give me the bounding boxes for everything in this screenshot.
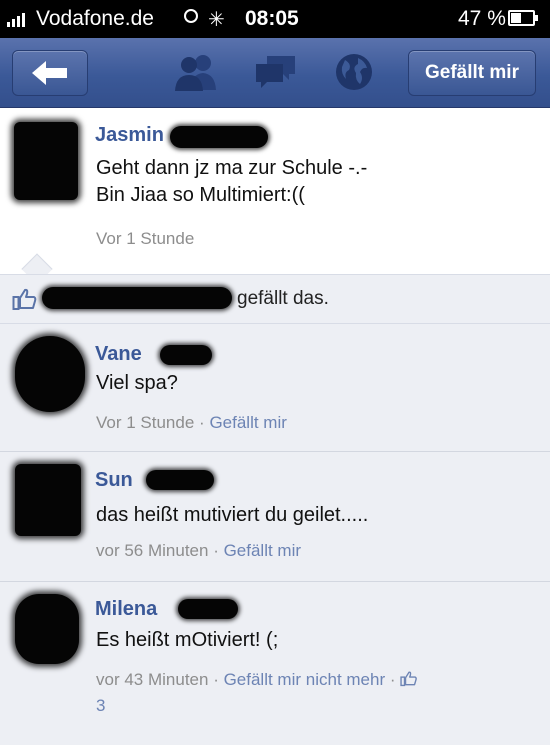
clock: 08:05 [245, 7, 299, 30]
wifi-icon [184, 9, 198, 23]
battery-percentage: 47 % [458, 7, 506, 30]
back-button[interactable] [12, 50, 88, 96]
thumbs-up-icon [400, 671, 418, 687]
comment: Milena Es heißt mOtiviert! (; vor 43 Min… [0, 582, 550, 745]
signal-icon [7, 11, 25, 27]
likes-text: gefällt das. [237, 288, 329, 309]
comment-meta: vor 56 Minuten · Gefällt mir [96, 541, 301, 561]
comment-timestamp: vor 43 Minuten [96, 670, 209, 689]
post-text: Geht dann jz ma zur Schule -.- Bin Jiaa … [96, 155, 367, 209]
like-button[interactable]: Gefällt mir [408, 50, 536, 96]
battery-icon [508, 10, 538, 26]
post: Jasmin Geht dann jz ma zur Schule -.- Bi… [0, 108, 550, 274]
nav-bar: Gefällt mir [0, 38, 550, 108]
separator: · [389, 670, 401, 689]
comment-like-link[interactable]: Gefällt mir [224, 541, 301, 560]
carrier-name: Vodafone.de [36, 7, 154, 30]
comment: Vane Viel spa? Vor 1 Stunde · Gefällt mi… [0, 324, 550, 452]
avatar[interactable] [15, 464, 81, 536]
post-text-line: Bin Jiaa so Multimiert:(( [96, 184, 305, 206]
comment-text: Viel spa? [96, 372, 178, 394]
status-bar: Vodafone.de ✳ 08:05 47 % [0, 0, 550, 38]
comment-author[interactable]: Vane [95, 343, 142, 366]
avatar[interactable] [15, 336, 85, 412]
separator: · [213, 670, 224, 689]
redacted-surname [178, 599, 238, 619]
comment: Sun das heißt mutiviert du geilet..... v… [0, 452, 550, 582]
comment-meta: Vor 1 Stunde · Gefällt mir [96, 413, 287, 433]
comment-like-link[interactable]: Gefällt mir [209, 413, 286, 432]
redacted-surname [170, 126, 268, 148]
friends-icon[interactable] [172, 52, 220, 92]
comment-author[interactable]: Milena [95, 598, 157, 621]
post-text-line: Geht dann jz ma zur Schule -.- [96, 157, 368, 179]
messages-icon[interactable] [253, 52, 299, 92]
back-arrow-icon [32, 61, 67, 85]
avatar[interactable] [14, 122, 78, 200]
post-author[interactable]: Jasmin [95, 124, 164, 147]
thumbs-up-icon [12, 288, 37, 310]
globe-icon[interactable] [334, 52, 374, 92]
comment-timestamp: Vor 1 Stunde [96, 413, 195, 432]
comment-unlike-link[interactable]: Gefällt mir nicht mehr [224, 670, 386, 689]
comment-timestamp: vor 56 Minuten [96, 541, 209, 560]
avatar[interactable] [15, 594, 79, 664]
comment-text: Es heißt mOtiviert! (; [96, 629, 279, 651]
likes-bar[interactable]: gefällt das. [0, 274, 550, 324]
like-count[interactable]: 3 [96, 696, 105, 716]
redacted-names [42, 287, 232, 309]
activity-spinner-icon: ✳ [208, 9, 225, 31]
comment-text: das heißt mutiviert du geilet..... [96, 504, 369, 526]
redacted-surname [146, 470, 214, 490]
post-timestamp: Vor 1 Stunde [96, 229, 195, 248]
comment-author[interactable]: Sun [95, 469, 133, 492]
comment-meta: vor 43 Minuten · Gefällt mir nicht mehr … [96, 670, 418, 690]
redacted-surname [160, 345, 212, 365]
separator: · [213, 541, 224, 560]
separator: · [199, 413, 210, 432]
